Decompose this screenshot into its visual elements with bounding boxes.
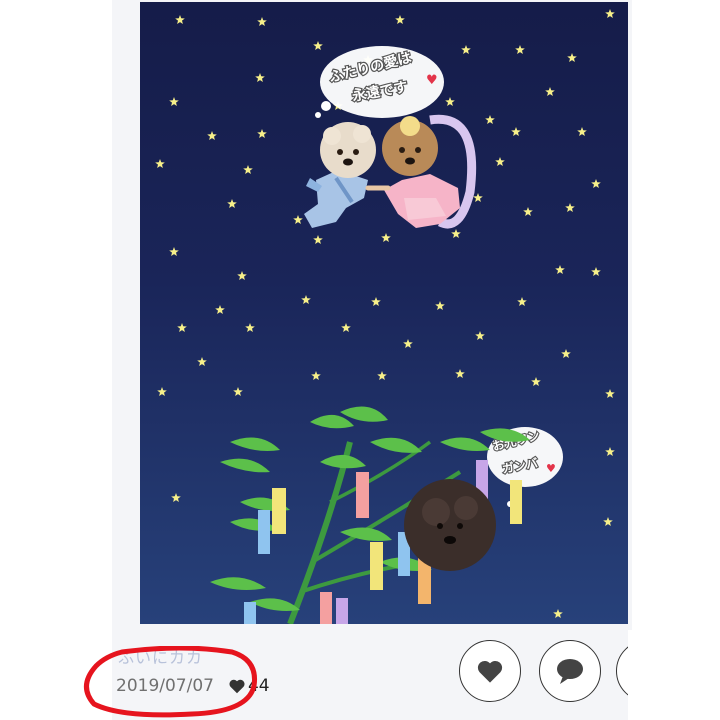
- star-icon: [577, 127, 587, 136]
- star-icon: [257, 129, 267, 138]
- star-icon: [591, 179, 601, 188]
- star-icon: [233, 387, 243, 396]
- star-icon: [495, 157, 505, 166]
- like-count: 44: [247, 676, 270, 696]
- star-icon: [311, 371, 321, 380]
- star-icon: [245, 323, 255, 332]
- star-icon: [227, 199, 237, 208]
- star-icon: [515, 45, 525, 54]
- star-icon: [371, 297, 381, 306]
- post-photo[interactable]: ふたりの愛は 永遠です ♥ ガンバ ♥: [140, 2, 628, 624]
- orihime-dog: [365, 114, 477, 229]
- star-icon: [435, 301, 445, 310]
- star-icon: [171, 493, 181, 502]
- star-icon: [395, 15, 405, 24]
- star-icon: [561, 349, 571, 358]
- speech-bubble-top: ふたりの愛は 永遠です ♥: [315, 46, 444, 118]
- viewport-edge: [628, 630, 720, 720]
- star-icon: [591, 267, 601, 276]
- star-icon: [293, 215, 303, 224]
- star-icon: [445, 97, 455, 106]
- bubble-top-heart: ♥: [426, 73, 438, 88]
- star-icon: [313, 235, 323, 244]
- star-icon: [341, 323, 351, 332]
- star-icon: [301, 295, 311, 304]
- star-icon: [451, 229, 461, 238]
- star-icon: [169, 97, 179, 106]
- star-icon: [313, 41, 323, 50]
- bubble-bottom-heart: ♥: [546, 462, 556, 475]
- date-like-row: 2019/07/07 44: [116, 676, 270, 696]
- heart-icon: [229, 679, 245, 694]
- star-icon: [517, 297, 527, 306]
- star-icon: [197, 357, 207, 366]
- username[interactable]: ふいにカカ: [118, 644, 203, 668]
- star-icon: [565, 203, 575, 212]
- star-icon: [255, 73, 265, 82]
- star-icon: [475, 331, 485, 340]
- star-icon: [567, 53, 577, 62]
- star-icon: [175, 15, 185, 24]
- like-button[interactable]: [459, 640, 521, 702]
- star-icon: [461, 45, 471, 54]
- hikoboshi-dog: [304, 122, 376, 228]
- star-icon: [381, 233, 391, 242]
- star-icon: [511, 127, 521, 136]
- star-icon: [555, 265, 565, 274]
- star-icon: [215, 305, 225, 314]
- post-date: 2019/07/07: [116, 676, 214, 696]
- comment-icon: [557, 659, 583, 684]
- star-icon: [177, 323, 187, 332]
- star-icon: [545, 87, 555, 96]
- star-icon: [257, 17, 267, 26]
- star-icon: [403, 339, 413, 348]
- comment-button[interactable]: [539, 640, 601, 702]
- star-icon: [473, 193, 483, 202]
- star-icon: [553, 609, 563, 618]
- dark-dog-photo: [404, 479, 496, 571]
- star-icon: [243, 165, 253, 174]
- star-icon: [377, 371, 387, 380]
- star-icon: [605, 389, 615, 398]
- star-icon: [485, 115, 495, 124]
- star-icon: [605, 9, 615, 18]
- tanabata-illustration: ふたりの愛は 永遠です ♥ ガンバ ♥: [155, 9, 615, 624]
- star-icon: [531, 377, 541, 386]
- star-icon: [523, 207, 533, 216]
- star-icon: [169, 247, 179, 256]
- heart-icon: [477, 660, 503, 683]
- star-icon: [157, 387, 167, 396]
- star-icon: [605, 447, 615, 456]
- star-icon: [155, 159, 165, 168]
- star-icon: [237, 271, 247, 280]
- star-icon: [455, 369, 465, 378]
- star-icon: [207, 131, 217, 140]
- star-icon: [603, 517, 613, 526]
